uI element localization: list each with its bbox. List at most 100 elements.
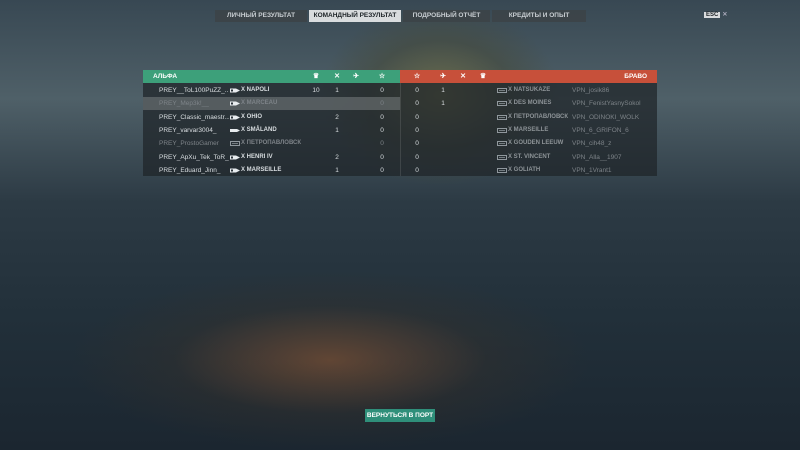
stat-value: 0 [380,153,384,161]
results-tabs: ЛИЧНЫЙ РЕЗУЛЬТАТ КОМАНДНЫЙ РЕЗУЛЬТАТ ПОД… [215,10,586,22]
carrier-icon [497,137,507,150]
carrier-icon [230,137,240,150]
alpha-player-row[interactable]: PREY_ProstoGamer X ПЕТРОПАВЛОВСК 0 [143,137,400,150]
bravo-player-row[interactable]: 0 1 X DES MOINES VPN_FenistYasnySokol [400,97,657,110]
laurel-icon: ♛ [312,73,320,80]
cruiser-icon [230,164,240,177]
player-name: VPN_cih48_z [572,140,612,148]
stat-value: 0 [415,153,419,161]
ship-name: X DES MOINES [508,100,552,107]
stat-value: 0 [415,100,419,108]
player-name: VPN_ODINOKI_WOLK [572,113,640,121]
player-name: VPN_Alla__1907 [572,153,622,161]
player-name: VPN_1Vrant1 [572,166,612,174]
team-bravo-name: БРАВО [624,73,647,80]
carrier-icon [497,124,507,137]
esc-key-label: ESC [704,12,721,18]
carrier-icon [497,151,507,164]
stat-value: 1 [335,166,339,174]
player-name: PREY__ToL100PuZZ_... [159,87,229,94]
bravo-player-row[interactable]: 0 X GOUDEN LEEUW VPN_cih48_z [400,137,657,150]
stat-value: 2 [335,113,339,121]
stat-value: 1 [441,87,445,94]
stat-value: 0 [415,126,419,134]
bravo-player-row[interactable]: 0 X GOLIATH VPN_1Vrant1 [400,164,657,177]
team-alpha-name: АЛЬФА [153,73,178,80]
crossed-swords-icon: ✕ [460,73,466,80]
close-icon: ✕ [722,12,728,18]
stat-value: 0 [415,113,419,121]
player-name: VPN_FenistYasnySokol [572,100,641,108]
ship-name: X ST. VINCENT [508,153,551,160]
carrier-icon [497,84,507,97]
ship-name: X ПЕТРОПАВЛОВСК [508,113,569,120]
bravo-player-row[interactable]: 0 1 X NATSUKAZE VPN_josik86 [400,84,657,97]
alpha-player-row[interactable]: PREY_ApXu_Tek_ToR_ X HENRI IV 2 0 [143,151,400,164]
cruiser-icon [230,111,240,124]
ship-name: X OHIO [241,113,263,120]
tab-personal-result[interactable]: ЛИЧНЫЙ РЕЗУЛЬТАТ [215,10,307,22]
ship-name: X MARSEILLE [241,166,282,173]
alpha-player-row[interactable]: PREY_Mep3k!__ X MARCEAU 0 [143,97,400,111]
cruiser-icon [230,97,240,110]
tab-detailed-report[interactable]: ПОДРОБНЫЙ ОТЧЁТ [403,10,490,22]
stat-value: 0 [415,87,419,94]
cruiser-icon [230,151,240,164]
carrier-icon [497,111,507,124]
team-bravo-header: ☆ ✈ ✕ ♛ БРАВО [400,70,657,83]
player-name: PREY_Classic_maestr... [159,113,229,121]
ship-name: X NATSUKAZE [508,87,551,93]
cruiser-icon [230,84,240,97]
team-divider [400,83,401,176]
player-name: PREY_ProstoGamer [159,140,219,148]
player-name: PREY_ApXu_Tek_ToR_ [159,153,229,161]
ship-name: X GOUDEN LEEUW [508,140,564,147]
stat-value: 1 [335,126,339,134]
stat-value: 0 [380,87,384,94]
tab-credits-xp[interactable]: КРЕДИТЫ И ОПЫТ [492,10,586,22]
player-name: VPN_josik86 [572,87,610,94]
star-icon: ☆ [378,73,386,80]
bravo-player-row[interactable]: 0 X ПЕТРОПАВЛОВСК VPN_ODINOKI_WOLK [400,111,657,124]
return-to-port-button[interactable]: ВЕРНУТЬСЯ В ПОРТ [365,409,435,422]
player-name: VPN_6_GRIFON_6 [572,126,629,134]
stat-value: 0 [415,166,419,174]
plane-icon: ✈ [440,73,446,80]
stat-value: 0 [380,113,384,121]
player-name: PREY_Mep3k!__ [159,100,209,108]
ship-name: X MARSEILLE [508,126,549,133]
alpha-player-row[interactable]: PREY_Classic_maestr... X OHIO 2 0 [143,111,400,124]
stat-value: 0 [380,126,384,134]
ship-name: X MARCEAU [241,100,278,107]
ship-name: X NAPOLI [241,87,270,93]
carrier-icon [497,97,507,110]
team-results-panel: АЛЬФА ♛ ✕ ✈ ☆ ☆ ✈ ✕ ♛ БРАВО PREY__ToL100… [143,70,657,176]
player-name: PREY_Eduard_Jinn_ [159,166,221,174]
alpha-player-row[interactable]: PREY_varvar3004_ X SMÅLAND 1 0 [143,124,400,137]
stat-value: 2 [335,153,339,161]
star-icon: ☆ [413,73,421,80]
stat-value: 10 [312,87,320,94]
stat-value: 0 [415,140,419,148]
alpha-player-row[interactable]: PREY_Eduard_Jinn_ X MARSEILLE 1 0 [143,164,400,177]
bravo-player-row[interactable]: 0 X ST. VINCENT VPN_Alla__1907 [400,151,657,164]
ship-name: X GOLIATH [508,166,541,173]
plane-icon: ✈ [353,73,359,80]
ship-name: X ПЕТРОПАВЛОВСК [241,140,302,147]
carrier-icon [497,164,507,177]
stat-value: 0 [380,140,384,148]
stat-value: 1 [335,87,339,94]
stat-value: 0 [380,166,384,174]
tab-team-result[interactable]: КОМАНДНЫЙ РЕЗУЛЬТАТ [309,10,401,22]
team-alpha-header: АЛЬФА ♛ ✕ ✈ ☆ [143,70,400,83]
ship-name: X SMÅLAND [241,126,277,133]
player-name: PREY_varvar3004_ [159,126,217,134]
crossed-swords-icon: ✕ [334,73,340,80]
esc-close-button[interactable]: ESC ✕ [704,11,727,18]
alpha-player-row[interactable]: PREY__ToL100PuZZ_... X NAPOLI 10 1 0 [143,84,400,97]
laurel-icon: ♛ [479,73,487,80]
bravo-player-row[interactable]: 0 X MARSEILLE VPN_6_GRIFON_6 [400,124,657,137]
stat-value: 1 [441,100,445,108]
stat-value: 0 [380,100,384,108]
destroyer-icon [230,124,240,137]
